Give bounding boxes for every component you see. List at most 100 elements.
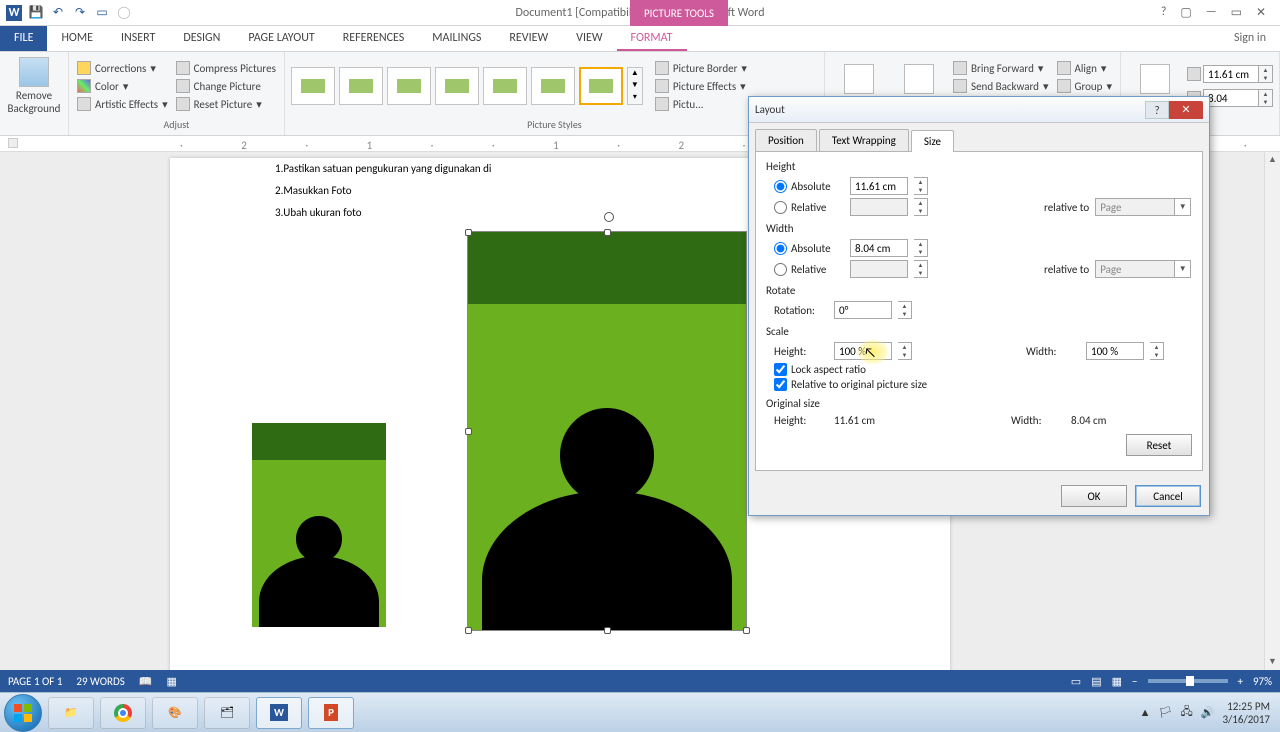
tab-format[interactable]: FORMAT — [617, 25, 687, 51]
macro-icon[interactable]: ▦ — [167, 675, 177, 688]
zoom-in-button[interactable]: + — [1238, 675, 1243, 688]
tab-page-layout[interactable]: PAGE LAYOUT — [234, 25, 328, 51]
color-button[interactable]: Color▾ — [75, 78, 170, 94]
tab-references[interactable]: REFERENCES — [329, 25, 419, 51]
tab-insert[interactable]: INSERT — [107, 25, 169, 51]
clock[interactable]: 12:25 PM 3/16/2017 — [1222, 700, 1270, 726]
width-absolute-input[interactable] — [850, 239, 908, 257]
help-icon[interactable]: ? — [1161, 5, 1167, 20]
maximize-button[interactable]: ▭ — [1231, 5, 1242, 20]
tab-file[interactable]: FILE — [0, 25, 47, 51]
zoom-slider[interactable] — [1148, 679, 1228, 683]
stepper[interactable]: ▲▼ — [898, 342, 912, 360]
scroll-up-icon[interactable]: ▲ — [1265, 152, 1280, 168]
spin-down-icon[interactable]: ▼ — [1259, 98, 1272, 106]
scroll-down-icon[interactable]: ▼ — [1265, 654, 1280, 670]
reset-picture-button[interactable]: Reset Picture▾ — [174, 96, 278, 112]
spin-up-icon[interactable]: ▲ — [1259, 90, 1272, 98]
gallery-more-icon[interactable]: ▾ — [628, 92, 642, 104]
spin-up-icon[interactable]: ▲ — [1259, 66, 1272, 74]
scale-width-input[interactable] — [1086, 342, 1144, 360]
proofing-icon[interactable]: 📖 — [139, 675, 153, 688]
resize-handle[interactable] — [465, 428, 472, 435]
dialog-tab-size[interactable]: Size — [911, 130, 954, 152]
picture-layout-button[interactable]: Pictu... — [653, 96, 749, 112]
stepper[interactable]: ▲▼ — [914, 239, 928, 257]
sign-in-link[interactable]: Sign in — [1220, 25, 1280, 51]
word-count[interactable]: 29 WORDS — [76, 675, 124, 688]
undo-icon[interactable]: ↶ — [50, 5, 66, 21]
start-button[interactable] — [4, 694, 42, 732]
resize-handle[interactable] — [604, 229, 611, 236]
cancel-button[interactable]: Cancel — [1135, 485, 1201, 507]
explorer-taskbar-button[interactable]: 📁 — [48, 697, 94, 729]
resize-handle[interactable] — [465, 627, 472, 634]
network-icon[interactable]: 🖧 — [1181, 703, 1193, 722]
tab-design[interactable]: DESIGN — [169, 25, 234, 51]
tab-review[interactable]: REVIEW — [495, 25, 562, 51]
style-thumb[interactable] — [291, 67, 335, 105]
spin-down-icon[interactable]: ▼ — [1259, 74, 1272, 82]
save-icon[interactable]: 💾 — [28, 5, 44, 21]
rotation-input[interactable] — [834, 301, 892, 319]
style-thumb[interactable] — [435, 67, 479, 105]
view-print-icon[interactable]: ▤ — [1091, 675, 1101, 688]
tab-home[interactable]: HOME — [47, 25, 107, 51]
zoom-out-button[interactable]: − — [1132, 675, 1137, 688]
picture-styles-gallery[interactable]: ▲▼▾ — [291, 67, 643, 105]
new-doc-icon[interactable]: ▭ — [94, 5, 110, 21]
height-spinner[interactable]: ▲▼ — [1187, 65, 1273, 83]
height-input[interactable] — [1203, 65, 1259, 83]
relative-original-checkbox[interactable]: Relative to original picture size — [774, 378, 1192, 391]
rotation-handle[interactable] — [604, 212, 614, 222]
ok-button[interactable]: OK — [1061, 485, 1127, 507]
resize-handle[interactable] — [604, 627, 611, 634]
width-input[interactable] — [1203, 89, 1259, 107]
reset-button[interactable]: Reset — [1126, 434, 1192, 456]
powerpoint-taskbar-button[interactable]: P — [308, 697, 354, 729]
style-thumb[interactable] — [483, 67, 527, 105]
image-large[interactable] — [468, 232, 746, 630]
chrome-taskbar-button[interactable] — [100, 697, 146, 729]
style-thumb[interactable] — [579, 67, 623, 105]
group-button[interactable]: Group▾ — [1055, 78, 1115, 94]
tab-view[interactable]: VIEW — [562, 25, 616, 51]
system-tray[interactable]: ▲ 🏳 🖧 🔊 12:25 PM 3/16/2017 — [1140, 700, 1276, 726]
height-absolute-radio[interactable]: Absolute — [774, 180, 844, 193]
minimize-button[interactable]: — — [1206, 5, 1217, 20]
paint-taskbar-button[interactable]: 🎨 — [152, 697, 198, 729]
ribbon-opts-icon[interactable]: ▢ — [1180, 5, 1191, 20]
tab-mailings[interactable]: MAILINGS — [418, 25, 495, 51]
corrections-button[interactable]: Corrections▾ — [75, 60, 170, 76]
dialog-help-button[interactable]: ? — [1145, 101, 1169, 119]
height-absolute-input[interactable] — [850, 177, 908, 195]
image-small[interactable] — [252, 423, 386, 627]
picture-effects-button[interactable]: Picture Effects▾ — [653, 78, 749, 94]
dialog-tab-position[interactable]: Position — [755, 129, 817, 151]
stepper[interactable]: ▲▼ — [898, 301, 912, 319]
library-taskbar-button[interactable]: 🗂 — [204, 697, 250, 729]
tray-up-icon[interactable]: ▲ — [1140, 706, 1151, 719]
view-web-icon[interactable]: ▦ — [1112, 675, 1122, 688]
style-thumb[interactable] — [339, 67, 383, 105]
picture-border-button[interactable]: Picture Border▾ — [653, 60, 749, 76]
dialog-tab-text-wrapping[interactable]: Text Wrapping — [819, 129, 909, 151]
resize-handle[interactable] — [743, 627, 750, 634]
close-button[interactable]: ✕ — [1256, 5, 1266, 20]
word-taskbar-button[interactable]: W — [256, 697, 302, 729]
style-thumb[interactable] — [531, 67, 575, 105]
change-picture-button[interactable]: Change Picture — [174, 78, 278, 94]
scale-height-input[interactable] — [834, 342, 892, 360]
stepper[interactable]: ▲▼ — [1150, 342, 1164, 360]
resize-handle[interactable] — [465, 229, 472, 236]
remove-background-button[interactable]: Remove Background — [6, 57, 62, 115]
dialog-close-button[interactable]: ✕ — [1169, 101, 1203, 119]
gallery-down-icon[interactable]: ▼ — [628, 80, 642, 92]
touch-mode-icon[interactable]: ◯ — [116, 5, 132, 21]
zoom-level[interactable]: 97% — [1253, 675, 1272, 688]
page-indicator[interactable]: PAGE 1 OF 1 — [8, 675, 62, 688]
compress-pictures-button[interactable]: Compress Pictures — [174, 60, 278, 76]
stepper[interactable]: ▲▼ — [914, 177, 928, 195]
gallery-up-icon[interactable]: ▲ — [628, 68, 642, 80]
style-thumb[interactable] — [387, 67, 431, 105]
